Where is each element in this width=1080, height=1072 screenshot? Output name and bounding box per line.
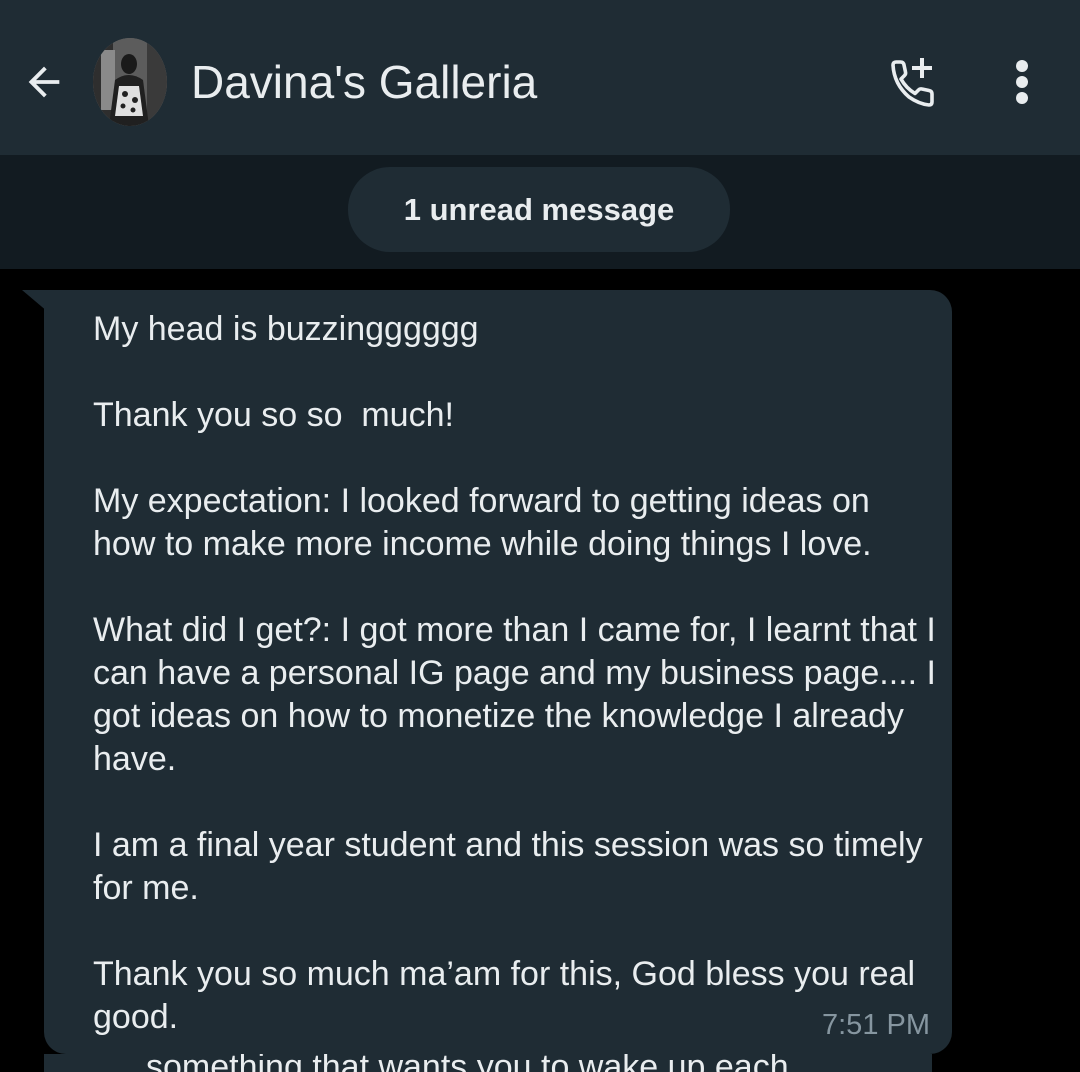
avatar[interactable]	[93, 38, 167, 126]
message-timestamp: 7:51 PM	[822, 1009, 930, 1041]
back-button[interactable]	[14, 50, 74, 114]
add-call-button[interactable]	[880, 52, 944, 112]
chat-title[interactable]: Davina's Galleria	[191, 55, 537, 109]
add-call-icon	[891, 58, 934, 107]
chat-screen: Davina's Galleria 1 unread message My he…	[0, 0, 1080, 1072]
next-message-text: something that wants you to wake up each	[146, 1054, 789, 1072]
chat-header: Davina's Galleria	[0, 0, 1080, 155]
more-vert-icon	[1016, 60, 1028, 104]
more-options-button[interactable]	[1000, 50, 1044, 114]
next-message-bubble[interactable]: something that wants you to wake up each	[44, 1054, 932, 1072]
arrow-left-icon	[28, 66, 60, 98]
message-text[interactable]: My head is buzzingggggg Thank you so so …	[93, 308, 938, 1039]
profile-photo-icon	[93, 38, 167, 126]
message-bubble[interactable]: My head is buzzingggggg Thank you so so …	[44, 290, 952, 1054]
unread-message-badge: 1 unread message	[348, 167, 730, 252]
